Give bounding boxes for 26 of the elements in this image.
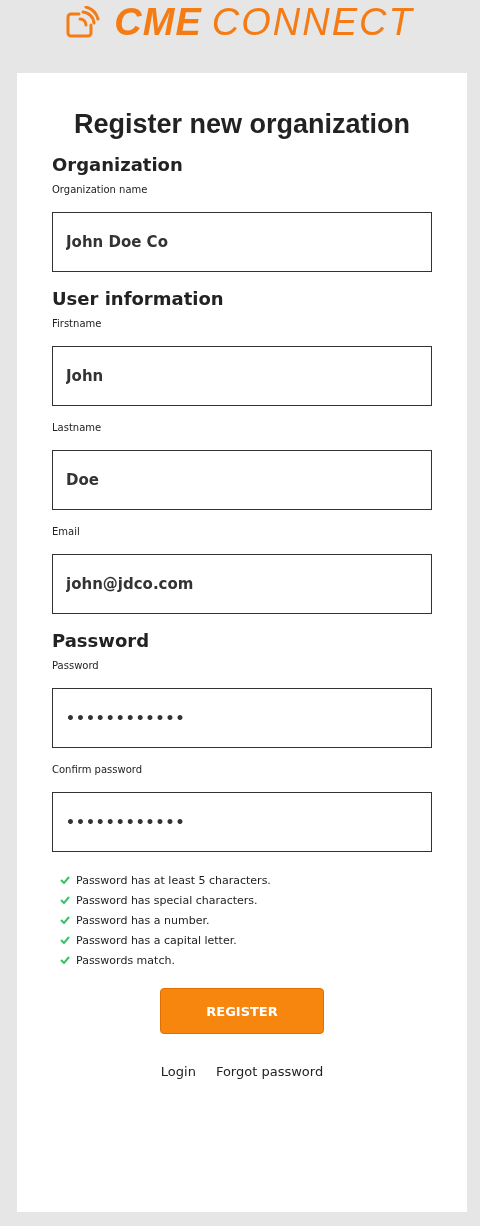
password-rule: Password has a capital letter. — [76, 933, 237, 947]
field-label: Firstname — [52, 318, 103, 330]
input-field[interactable]: Doe — [52, 450, 432, 510]
page-title: Register new organization — [72, 109, 412, 140]
section-heading: Organization — [52, 154, 184, 176]
text-link[interactable]: Forgot password — [215, 1064, 324, 1079]
logo-brand: CME — [114, 0, 202, 44]
section-heading: User information — [52, 288, 225, 310]
field-label: Organization name — [52, 184, 149, 196]
field-label: Confirm password — [52, 764, 144, 776]
text-link[interactable]: Login — [160, 1064, 196, 1079]
input-field[interactable]: John Doe Co — [52, 212, 432, 272]
password-rule: Password has at least 5 characters. — [76, 873, 271, 887]
section-heading: Password — [52, 630, 151, 652]
password-field[interactable]: •••••••••••• — [52, 792, 432, 852]
signal-tablet-icon — [66, 6, 101, 38]
password-rule: Password has a number. — [76, 913, 210, 927]
input-field[interactable]: John — [52, 346, 432, 406]
password-rule: Passwords match. — [76, 953, 175, 967]
logo-product: CONNECT — [211, 0, 414, 44]
password-field[interactable]: •••••••••••• — [52, 688, 432, 748]
field-label: Lastname — [52, 422, 103, 434]
field-label: Password — [52, 660, 100, 672]
password-rule: Password has special characters. — [76, 893, 258, 907]
field-label: Email — [52, 526, 81, 538]
input-field[interactable]: john@jdco.com — [52, 554, 432, 614]
